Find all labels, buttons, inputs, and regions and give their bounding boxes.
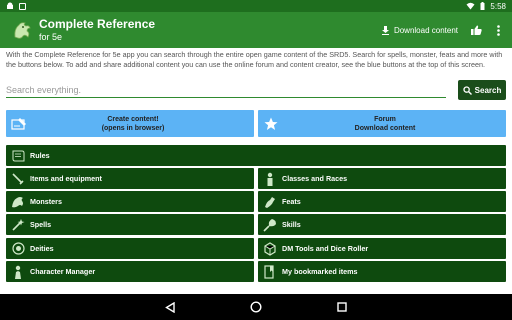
thumbs-up-icon <box>470 25 482 35</box>
items-and-equipment-button[interactable]: Items and equipment <box>6 168 254 189</box>
recents-button[interactable] <box>335 300 349 314</box>
download-content-button[interactable]: Download content <box>381 25 458 35</box>
feats-button[interactable]: Feats <box>258 191 506 212</box>
character-manager-button[interactable]: Character Manager <box>6 261 254 282</box>
monsters-button[interactable]: Monsters <box>6 191 254 212</box>
dm-tools-icon <box>264 241 276 256</box>
android-robot-icon <box>7 2 13 9</box>
sword-icon <box>12 172 24 185</box>
forum-label: Forum <box>374 115 396 123</box>
wifi-icon <box>466 2 475 10</box>
bookmark-icon <box>264 264 274 279</box>
skills-button[interactable]: Skills <box>258 214 506 235</box>
classes-and-races-label: Classes and Races <box>282 174 348 183</box>
thumbs-up-button[interactable] <box>468 22 484 38</box>
home-button[interactable] <box>249 300 263 314</box>
rules-button[interactable]: Rules <box>6 145 506 166</box>
items-and-equipment-label: Items and equipment <box>30 174 102 183</box>
overflow-menu-icon <box>496 24 500 36</box>
dm-tools-button[interactable]: DM Tools and Dice Roller <box>258 238 506 259</box>
download-icon <box>381 25 389 35</box>
back-button[interactable] <box>163 300 177 314</box>
system-nav-bar <box>0 294 512 320</box>
spell-icon <box>12 218 25 231</box>
battery-icon <box>480 2 485 10</box>
feats-label: Feats <box>282 197 301 206</box>
dragon-logo-icon <box>14 22 31 39</box>
dnd-app-icon <box>19 2 26 10</box>
spells-button[interactable]: Spells <box>6 214 254 235</box>
create-content-icon <box>11 117 26 130</box>
deities-label: Deities <box>30 244 54 253</box>
scroll-icon <box>12 150 25 161</box>
character-icon <box>15 265 21 279</box>
bookmarked-items-label: My bookmarked items <box>282 267 358 276</box>
overflow-menu-button[interactable] <box>490 22 506 38</box>
download-content-label: Download content <box>393 25 458 35</box>
character-manager-label: Character Manager <box>30 267 96 276</box>
monsters-label: Monsters <box>30 197 62 206</box>
intro-description: With the Complete Reference for 5e app y… <box>6 50 503 69</box>
rules-label: Rules <box>30 151 50 160</box>
status-time: 5:58 <box>490 1 506 11</box>
recents-icon <box>337 302 347 312</box>
search-button[interactable]: Search <box>458 80 506 100</box>
create-content-sublabel: (opens in browser) <box>101 124 165 132</box>
create-content-label: Create content! <box>107 115 159 123</box>
bookmarked-items-button[interactable]: My bookmarked items <box>258 261 506 282</box>
forum-button[interactable]: Forum Download content <box>258 110 506 137</box>
status-bar: 5:58 <box>0 0 512 12</box>
app-bar: Complete Reference for 5e Download conte… <box>0 12 512 48</box>
classes-and-races-button[interactable]: Classes and Races <box>258 168 506 189</box>
search-icon <box>463 85 472 95</box>
app-subtitle: for 5e <box>39 32 63 42</box>
forum-sublabel: Download content <box>354 124 416 132</box>
app-title: Complete Reference <box>39 17 156 31</box>
skills-icon <box>263 218 276 232</box>
create-content-button[interactable]: Create content! (opens in browser) <box>6 110 254 137</box>
classes-icon <box>267 172 273 186</box>
dragon-icon <box>12 197 23 208</box>
back-icon <box>165 301 175 313</box>
search-button-label: Search <box>474 85 502 95</box>
deities-button[interactable]: Deities <box>6 238 254 259</box>
home-icon <box>250 301 262 313</box>
deity-icon <box>11 242 25 255</box>
spells-label: Spells <box>30 220 52 229</box>
feats-icon <box>265 196 275 208</box>
dm-tools-label: DM Tools and Dice Roller <box>282 244 369 253</box>
star-icon <box>264 117 278 130</box>
skills-label: Skills <box>282 220 301 229</box>
search-input[interactable] <box>6 82 446 98</box>
search-field-container <box>6 80 446 98</box>
